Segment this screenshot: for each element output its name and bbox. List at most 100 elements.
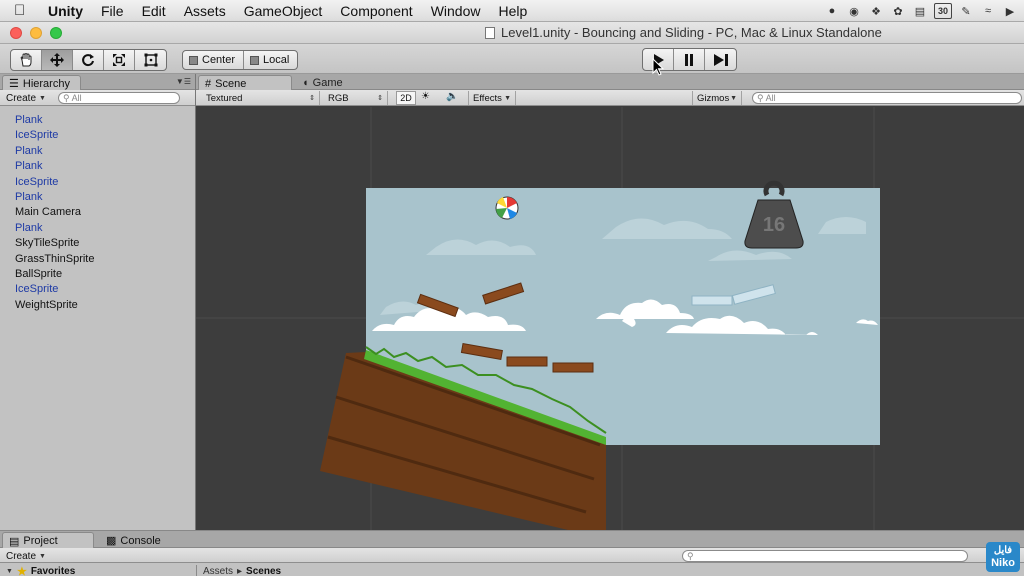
effects-label: Effects [473, 92, 502, 104]
menu-tray: ● ◉ ❖ ✿ ▤ 30 ✎ ≈ ▶ [824, 3, 1018, 19]
scene-search-input[interactable]: ⚲ All [752, 92, 1022, 104]
hierarchy-item[interactable]: Plank [15, 159, 195, 174]
pivot-center-button[interactable]: Center [183, 51, 245, 69]
rotate-tool-button[interactable] [73, 50, 104, 70]
hierarchy-create-button[interactable]: Create ▼ [6, 91, 46, 105]
dropbox-icon[interactable]: ❖ [868, 3, 884, 19]
ball-sprite[interactable] [495, 196, 519, 220]
main-toolbar: Center Local [0, 44, 1024, 74]
move-arrows-icon [50, 53, 64, 67]
plank-sprite[interactable] [552, 362, 594, 373]
mouse-cursor-icon [652, 58, 665, 76]
scene-toolbar: Textured ⇕ RGB ⇕ 2D ☀ 🔈 Effects ▼ Gizmos… [196, 90, 1024, 106]
watermark-line-1: فایل [993, 545, 1013, 556]
ice-sprite[interactable] [691, 295, 733, 306]
hierarchy-item[interactable]: Plank [15, 113, 195, 128]
favorites-label: Favorites [30, 566, 76, 576]
close-window-button[interactable] [10, 27, 22, 39]
wifi-icon[interactable]: ≈ [980, 3, 996, 19]
calendar-icon[interactable]: 30 [934, 3, 952, 19]
render-mode-dropdown[interactable]: Textured ⇕ [202, 91, 320, 105]
pacman-icon: ◖ [302, 77, 309, 89]
menu-window[interactable]: Window [431, 0, 481, 22]
grid-icon: # [205, 77, 212, 90]
scale-tool-button[interactable] [104, 50, 135, 70]
toggle-2d-button[interactable]: 2D [396, 91, 416, 105]
hand-tool-button[interactable] [11, 50, 42, 70]
menu-assets[interactable]: Assets [184, 0, 226, 22]
weight-label: 16 [763, 214, 785, 236]
maximize-window-button[interactable] [50, 27, 62, 39]
hierarchy-item[interactable]: SkyTileSprite [15, 236, 195, 251]
backup-icon[interactable]: ▤ [912, 3, 928, 19]
pause-button[interactable] [674, 49, 705, 70]
rotate-icon [82, 54, 94, 67]
project-search-input[interactable]: ⚲ [682, 550, 968, 562]
pause-icon [685, 53, 693, 66]
rect-tool-button[interactable] [135, 50, 166, 70]
window-title-text: Level1.unity - Bouncing and Sliding - PC… [501, 25, 882, 40]
lighting-toggle-icon[interactable]: ☀ [421, 91, 430, 102]
chevron-down-icon: ▼ [39, 552, 46, 560]
breadcrumb-separator-icon: ▸ [237, 567, 243, 576]
tab-hierarchy[interactable]: ☰ Hierarchy [2, 75, 81, 91]
hierarchy-item[interactable]: Plank [15, 221, 195, 236]
breadcrumb-scenes[interactable]: Scenes [246, 567, 281, 576]
document-icon [485, 26, 495, 39]
project-create-label: Create [6, 550, 37, 562]
hierarchy-item[interactable]: Plank [15, 190, 195, 205]
bluetooth-icon[interactable]: ▶ [1002, 3, 1018, 19]
menu-edit[interactable]: Edit [142, 0, 166, 22]
space-local-button[interactable]: Local [244, 51, 297, 69]
project-create-button[interactable]: Create ▼ [6, 549, 46, 563]
hierarchy-item[interactable]: WeightSprite [15, 298, 195, 313]
apple-menu-icon[interactable]:  [14, 2, 28, 19]
tab-project[interactable]: ▤ Project [2, 532, 94, 549]
step-icon [713, 53, 728, 66]
hierarchy-item[interactable]: IceSprite [15, 282, 195, 297]
tab-game[interactable]: ◖ Game [296, 75, 386, 91]
menu-help[interactable]: Help [498, 0, 527, 22]
hierarchy-search-input[interactable]: ⚲ All [58, 92, 180, 104]
hierarchy-tabbar: ☰ Hierarchy ▼☰ [0, 74, 195, 91]
dropdown-arrows-icon: ⇕ [309, 95, 315, 102]
hierarchy-item[interactable]: GrassThinSprite [15, 252, 195, 267]
menu-file[interactable]: File [101, 0, 124, 22]
favorites-row[interactable]: ▼ ★ Favorites [0, 566, 196, 576]
watermark-line-2: Niko [991, 557, 1015, 569]
minimize-window-button[interactable] [30, 27, 42, 39]
hierarchy-item[interactable]: Main Camera [15, 205, 195, 220]
chevron-down-icon: ▼ [730, 94, 737, 102]
menu-app-unity[interactable]: Unity [48, 0, 83, 22]
window-title: Level1.unity - Bouncing and Sliding - PC… [485, 25, 882, 40]
gizmos-dropdown[interactable]: Gizmos ▼ [692, 91, 742, 105]
panel-divider[interactable] [196, 565, 197, 576]
menu-gameobject[interactable]: GameObject [244, 0, 323, 22]
hierarchy-search-placeholder: All [71, 93, 82, 103]
hierarchy-item[interactable]: IceSprite [15, 128, 195, 143]
step-button[interactable] [705, 49, 736, 70]
hierarchy-item[interactable]: IceSprite [15, 175, 195, 190]
hierarchy-item[interactable]: BallSprite [15, 267, 195, 282]
hierarchy-item[interactable]: Plank [15, 144, 195, 159]
console-tab-label: Console [120, 534, 161, 547]
audio-toggle-icon[interactable]: 🔈 [446, 91, 458, 102]
notes-icon[interactable]: ✎ [958, 3, 974, 19]
menu-component[interactable]: Component [340, 0, 412, 22]
color-mode-dropdown[interactable]: RGB ⇕ [324, 91, 388, 105]
tab-console[interactable]: ▩ Console [104, 532, 161, 549]
move-tool-button[interactable] [42, 50, 73, 70]
rect-transform-icon [144, 53, 157, 67]
breadcrumb-assets[interactable]: Assets [203, 567, 233, 576]
plank-sprite[interactable] [506, 356, 548, 367]
panel-menu-icon[interactable]: ▼☰ [176, 77, 191, 86]
chevron-down-icon: ▼ [39, 94, 46, 102]
effects-dropdown[interactable]: Effects ▼ [468, 91, 516, 105]
chrome-icon[interactable]: ◉ [846, 3, 862, 19]
list-icon: ☰ [9, 78, 19, 90]
scene-viewport[interactable]: 16 [196, 107, 1024, 530]
pivot-icon [189, 55, 198, 65]
evernote-icon[interactable]: ✿ [890, 3, 906, 19]
tab-scene[interactable]: # Scene [198, 75, 292, 91]
screen-record-icon[interactable]: ● [824, 3, 840, 19]
